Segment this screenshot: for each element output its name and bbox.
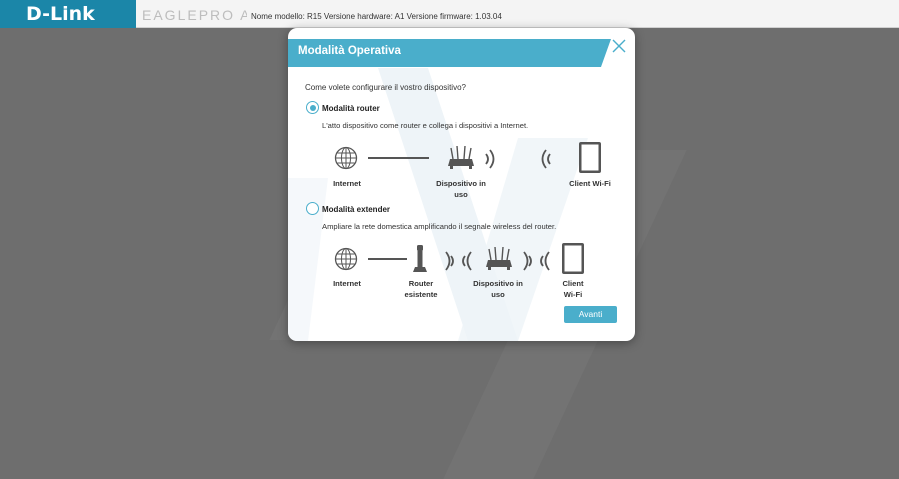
device-caption-line2: uso <box>491 290 505 299</box>
globe-icon <box>334 146 358 170</box>
existing-router-icon <box>413 245 427 272</box>
existing-router-caption-line1: Router <box>408 279 434 288</box>
dialog-title: Modalità Operativa <box>298 45 401 57</box>
close-button[interactable] <box>611 38 627 54</box>
product-name: EAGLEPRO AI <box>142 7 247 23</box>
client-caption: Client Wi-Fi <box>569 179 611 188</box>
device-caption-line2: uso <box>454 190 468 199</box>
client-caption-line2: Wi-Fi <box>563 290 583 299</box>
device-caption-line1: Dispositivo in <box>436 179 486 188</box>
top-bar: D-Link EAGLEPRO AI Nome modello: R15 Ver… <box>0 0 899 28</box>
tablet-icon <box>561 242 585 275</box>
setup-question: Come volete configurare il vostro dispos… <box>305 83 466 92</box>
wifi-signal-icon <box>538 147 552 171</box>
router-mode-description: L'atto dispositivo come router e collega… <box>322 121 529 130</box>
wifi-signal-icon <box>444 249 474 273</box>
wired-connection-line <box>368 258 407 260</box>
router-mode-radio[interactable] <box>306 101 319 114</box>
internet-caption: Internet <box>333 179 361 188</box>
radio-selected-dot <box>309 104 316 111</box>
internet-caption: Internet <box>333 279 361 288</box>
client-caption: Client Wi-Fi <box>552 278 594 300</box>
wifi-signal-icon <box>484 147 498 171</box>
wifi-signal-icon <box>522 249 552 273</box>
existing-router-caption: Router esistente <box>396 278 446 300</box>
next-button[interactable]: Avanti <box>564 306 617 323</box>
device-caption: Dispositivo in uso <box>431 178 491 200</box>
close-icon <box>612 39 626 53</box>
extender-mode-label[interactable]: Modalità extender <box>322 205 390 214</box>
tablet-icon <box>578 141 602 174</box>
extender-mode-radio[interactable] <box>306 202 319 215</box>
device-info: Nome modello: R15 Versione hardware: A1 … <box>251 12 502 21</box>
globe-icon <box>334 247 358 271</box>
brand-logo: D-Link <box>0 0 136 28</box>
extender-mode-description: Ampliare la rete domestica amplificando … <box>322 222 557 231</box>
client-caption-line1: Client <box>562 279 584 288</box>
operating-mode-dialog: Modalità Operativa Come volete configura… <box>288 28 635 341</box>
router-icon <box>485 247 513 271</box>
device-caption: Dispositivo in uso <box>468 278 528 300</box>
existing-router-caption-line2: esistente <box>404 290 438 299</box>
router-icon <box>447 146 475 170</box>
wired-connection-line <box>368 157 429 159</box>
device-caption-line1: Dispositivo in <box>473 279 523 288</box>
brand-logo-text: D-Link <box>26 3 95 25</box>
router-mode-label[interactable]: Modalità router <box>322 104 380 113</box>
